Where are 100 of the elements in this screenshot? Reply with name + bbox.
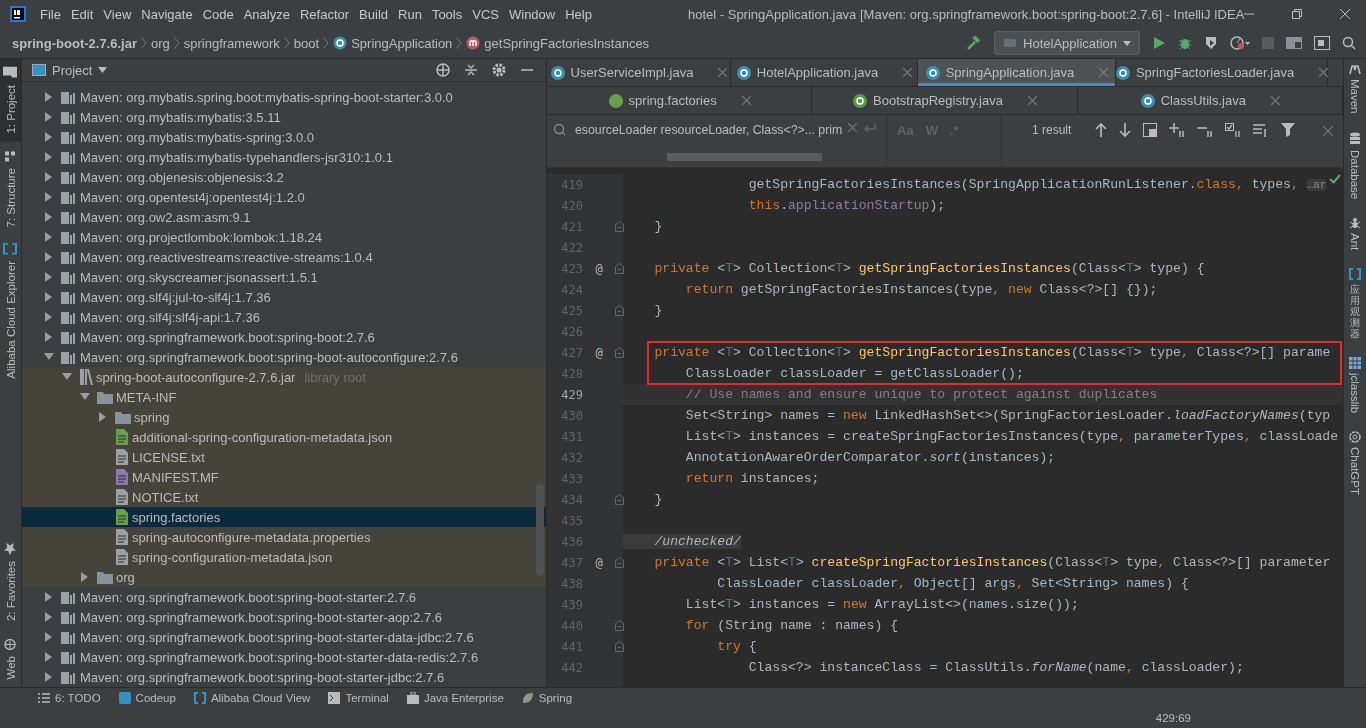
editor-tab[interactable]: BootstrapRegistry.java [812,87,1078,114]
implements-marker[interactable]: @ [595,345,603,360]
close-icon[interactable] [903,68,913,77]
tree-item[interactable]: Maven: org.springframework.boot:spring-boot-starter-jdbc:2.7.6 [22,667,546,687]
editor-tab[interactable]: UserServiceImpl.java [547,59,731,86]
tool-window-tab[interactable]: Maven [1344,59,1366,126]
close-icon[interactable] [741,96,751,105]
collapsed-arrow-icon[interactable] [44,132,54,142]
tool-window-tab[interactable]: 7: Structure [0,141,21,236]
tree-item[interactable]: Maven: org.opentest4j:opentest4j:1.2.0 [22,187,546,207]
tree-item[interactable]: spring-configuration-metadata.json [22,547,546,567]
tree-item[interactable]: Maven: org.springframework.boot:spring-boot:2.7.6 [22,327,546,347]
tree-item[interactable]: spring.factories [22,507,546,527]
tool-window-tab[interactable]: ChatGPT [1344,425,1366,508]
tree-item[interactable]: Maven: org.springframework.boot:spring-boot-autoconfigure:2.7.6 [22,347,546,367]
tree-item[interactable]: Maven: org.springframework.boot:spring-boot-starter-aop:2.7.6 [22,607,546,627]
fold-icon[interactable] [615,221,624,232]
add-occurrence-icon[interactable] [1169,123,1186,137]
close-icon[interactable] [1027,96,1037,105]
breadcrumb[interactable]: SpringApplication [351,35,453,51]
coverage-icon[interactable] [1204,36,1218,50]
collapsed-arrow-icon[interactable] [44,172,54,182]
run-icon[interactable] [1152,36,1166,50]
debug-icon[interactable] [1178,36,1192,50]
hammer-icon[interactable] [966,35,983,51]
menu-item[interactable]: File [36,6,67,22]
tree-item[interactable]: Maven: org.springframework.boot:spring-boot-starter-data-jdbc:2.7.6 [22,627,546,647]
tree-item[interactable]: Maven: org.projectlombok:lombok:1.18.24 [22,227,546,247]
project-structure-icon[interactable] [1286,36,1302,50]
clear-icon[interactable] [848,123,858,132]
restore-icon[interactable] [1292,9,1303,19]
tree-item[interactable]: Maven: org.slf4j:slf4j-api:1.7.36 [22,307,546,327]
tool-window-tab[interactable]: 2: Favorites [0,535,21,630]
tree-item[interactable]: additional-spring-configuration-metadata.json [22,427,546,447]
breadcrumb[interactable]: org [150,35,170,51]
settings-icon[interactable] [492,63,506,77]
tree-item[interactable]: org [22,567,546,587]
search-field[interactable]: esourceLoader resourceLoader, Class<?>... prim [547,115,887,167]
menu-item[interactable]: Code [198,6,240,22]
expanded-arrow-icon[interactable] [62,372,72,382]
tree-item[interactable]: spring-autoconfigure-metadata.properties [22,527,546,547]
collapsed-arrow-icon[interactable] [44,112,54,122]
tree-item[interactable]: Maven: org.mybatis.spring.boot:mybatis-spring-boot-starter:3.0.0 [22,87,546,107]
expanded-arrow-icon[interactable] [80,392,90,402]
tool-window-tab[interactable]: jclasslib [1344,351,1366,426]
expanded-arrow-icon[interactable] [44,352,54,362]
close-icon[interactable] [1270,96,1280,105]
tree-item[interactable]: META-INF [22,387,546,407]
tree-item[interactable]: Maven: org.slf4j:jul-to-slf4j:1.7.36 [22,287,546,307]
menu-item[interactable]: Window [504,6,562,22]
editor-tab[interactable]: spring.factories [547,87,813,114]
tool-window-button[interactable]: Alibaba Cloud View [193,692,311,704]
implements-marker[interactable]: @ [595,555,603,570]
editor-tab[interactable]: SpringApplication.java [918,59,1116,86]
filter-icon[interactable] [1281,123,1298,137]
tree-item[interactable]: Maven: org.mybatis:mybatis-spring:3.0.0 [22,127,546,147]
close-icon[interactable] [718,68,728,77]
tool-window-tab[interactable]: Web [0,629,21,687]
menu-item[interactable]: Tools [427,6,469,22]
tool-window-button[interactable]: Java Enterprise [406,692,504,704]
menu-item[interactable]: Run [394,6,428,22]
tree-item[interactable]: NOTICE.txt [22,487,546,507]
run-configuration-dropdown[interactable]: HotelApplication [994,31,1140,55]
collapsed-arrow-icon[interactable] [44,152,54,162]
collapse-icon[interactable] [464,63,478,77]
breadcrumb[interactable]: getSpringFactoriesInstances [484,35,650,51]
close-icon[interactable] [1323,126,1333,136]
tool-window-tab[interactable]: Database [1344,125,1366,211]
collapsed-arrow-icon[interactable] [44,632,54,642]
tree-item[interactable]: Maven: org.springframework.boot:spring-boot-starter:2.7.6 [22,587,546,607]
fold-icon[interactable] [615,347,624,358]
fold-icon[interactable] [615,494,624,505]
tree-item[interactable]: Maven: org.springframework.boot:spring-boot-starter-data-redis:2.7.6 [22,647,546,667]
menu-item[interactable]: Analyze [239,6,296,22]
menu-item[interactable]: Build [355,6,394,22]
menu-item[interactable]: Refactor [295,6,356,22]
tree-item[interactable]: LICENSE.txt [22,447,546,467]
tree-item[interactable]: Maven: org.ow2.asm:asm:9.1 [22,207,546,227]
menu-item[interactable]: VCS [468,6,505,22]
tree-item[interactable]: spring [22,407,546,427]
search-icon[interactable] [1342,36,1356,50]
scrollbar[interactable] [667,153,822,161]
tree-item[interactable]: Maven: org.reactivestreams:reactive-streams:1.0.4 [22,247,546,267]
editor-tab[interactable]: SpringFactoriesLoader.java [1116,59,1328,86]
window-icon[interactable] [1143,123,1158,137]
tool-window-tab[interactable]: 应用观测器 [1344,262,1366,352]
collapsed-arrow-icon[interactable] [80,572,90,582]
collapsed-arrow-icon[interactable] [44,192,54,202]
locate-icon[interactable] [436,63,450,77]
tool-window-button[interactable]: Spring [521,692,573,704]
tree-item[interactable]: MANIFEST.MF [22,467,546,487]
tool-window-tab[interactable]: Alibaba Cloud Explorer [0,235,21,387]
arrow-down-icon[interactable] [1119,123,1132,137]
breadcrumb[interactable]: springframework [183,35,280,51]
collapsed-arrow-icon[interactable] [44,332,54,342]
fold-icon[interactable] [615,641,624,652]
collapsed-arrow-icon[interactable] [44,312,54,322]
fold-icon[interactable] [615,557,624,568]
caret-icon[interactable] [98,67,108,73]
tree-item[interactable]: Maven: org.objenesis:objenesis:3.2 [22,167,546,187]
